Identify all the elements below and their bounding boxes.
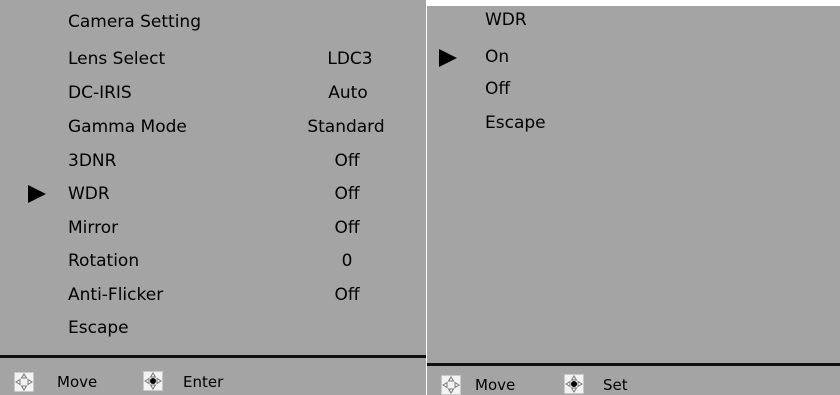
footer-divider <box>0 355 426 358</box>
menu-item-value: LDC3 <box>327 49 373 69</box>
menu-item-label: Rotation <box>68 251 140 271</box>
menu-item-label: Anti-Flicker <box>68 285 164 305</box>
footer-move-label: Move <box>57 373 98 391</box>
menu-item-label: Lens Select <box>68 49 166 69</box>
menu-item-lens-select[interactable]: Lens Select LDC3 <box>68 43 408 76</box>
footer-hints: Move Set <box>427 374 840 395</box>
menu-title: Camera Setting <box>68 12 201 32</box>
submenu-title-row: WDR <box>485 4 785 37</box>
wdr-submenu: WDR On Off Escape Move Set <box>427 6 840 395</box>
submenu-option-on[interactable]: On <box>485 41 785 74</box>
dpad-arrows-icon <box>14 372 34 392</box>
menu-item-value: Standard <box>307 117 385 137</box>
submenu-option-label: On <box>485 47 510 67</box>
menu-item-label: Gamma Mode <box>68 117 187 137</box>
menu-item-label: Mirror <box>68 218 119 238</box>
menu-item-3dnr[interactable]: 3DNR Off <box>68 145 408 178</box>
submenu-title: WDR <box>485 10 527 30</box>
menu-title-row: Camera Setting <box>68 6 408 39</box>
menu-item-mirror[interactable]: Mirror Off <box>68 212 408 245</box>
menu-item-rotation[interactable]: Rotation 0 <box>68 245 408 278</box>
menu-item-label: WDR <box>68 184 110 204</box>
footer-move-label: Move <box>475 376 516 394</box>
submenu-option-label: Escape <box>485 113 546 133</box>
dpad-center-dot-icon <box>564 374 584 394</box>
selection-arrow-icon <box>28 185 46 203</box>
menu-item-dc-iris[interactable]: DC-IRIS Auto <box>68 77 408 110</box>
menu-item-escape[interactable]: Escape <box>68 312 408 345</box>
menu-item-value: Off <box>334 151 360 171</box>
footer-enter-label: Enter <box>183 373 224 391</box>
menu-item-value: Off <box>334 218 360 238</box>
camera-setting-menu: Camera Setting Lens Select LDC3 DC-IRIS … <box>0 0 426 395</box>
menu-item-label: 3DNR <box>68 151 117 171</box>
menu-item-label: Escape <box>68 318 129 338</box>
footer-hints: Move Enter <box>0 371 426 392</box>
dpad-center-dot-icon <box>143 371 163 391</box>
menu-item-anti-flicker[interactable]: Anti-Flicker Off <box>68 279 408 312</box>
menu-item-gamma-mode[interactable]: Gamma Mode Standard <box>68 111 408 144</box>
dpad-arrows-icon <box>441 375 461 395</box>
footer-set-label: Set <box>603 376 628 394</box>
submenu-option-escape[interactable]: Escape <box>485 107 785 140</box>
menu-item-value: Off <box>334 285 360 305</box>
menu-item-wdr[interactable]: WDR Off <box>68 178 408 211</box>
selection-arrow-icon <box>439 49 457 67</box>
submenu-option-label: Off <box>485 79 511 99</box>
menu-item-value: 0 <box>341 251 353 271</box>
menu-item-value: Off <box>334 184 360 204</box>
submenu-option-off[interactable]: Off <box>485 73 785 106</box>
menu-item-value: Auto <box>328 83 368 103</box>
footer-divider <box>427 363 840 366</box>
menu-item-label: DC-IRIS <box>68 83 132 103</box>
